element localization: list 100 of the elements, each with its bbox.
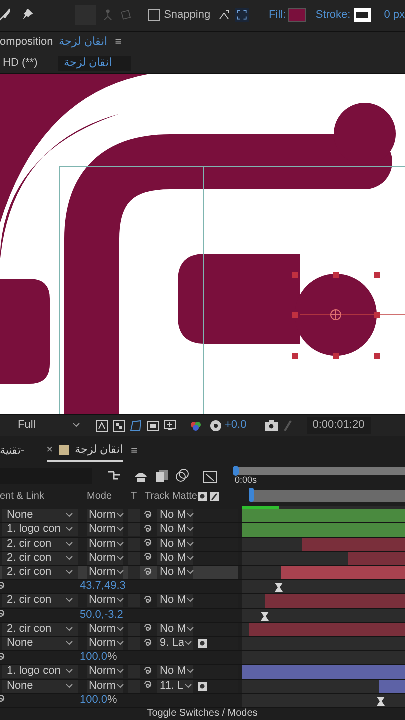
time-ruler[interactable] bbox=[237, 466, 405, 475]
parent-dropdown[interactable]: 2. cir con bbox=[2, 552, 78, 565]
parent-dropdown[interactable]: None bbox=[2, 637, 78, 650]
mode-dropdown[interactable]: Norm bbox=[87, 680, 123, 693]
matte-source-icon[interactable] bbox=[198, 639, 207, 648]
snap-target-icon[interactable] bbox=[235, 7, 250, 24]
timeline-tab[interactable]: × انقان لزجة bbox=[46, 440, 124, 462]
panel-menu-icon[interactable]: ≡ bbox=[115, 34, 122, 51]
resolution-dropdown[interactable]: Full bbox=[18, 417, 80, 434]
track-matte-dropdown[interactable]: 9. La bbox=[157, 637, 193, 650]
parent-dropdown[interactable]: 1. logo con bbox=[2, 523, 78, 536]
mode-dropdown[interactable]: Norm bbox=[87, 538, 123, 551]
parent-dropdown[interactable]: 2. cir con bbox=[2, 566, 78, 580]
playhead-handle[interactable] bbox=[233, 466, 239, 476]
pin-icon[interactable] bbox=[22, 8, 35, 22]
selected-layer-row[interactable]: 2. cir con Norm No M bbox=[0, 566, 238, 580]
chevron-icon bbox=[116, 598, 124, 604]
brush-icon[interactable] bbox=[0, 8, 10, 22]
composition-tab-label[interactable]: omposition bbox=[0, 34, 54, 51]
selection-handles[interactable] bbox=[292, 272, 405, 360]
spiral-icon[interactable] bbox=[143, 596, 153, 606]
spiral-icon[interactable] bbox=[143, 638, 153, 649]
frame-blending-icon[interactable] bbox=[156, 470, 168, 482]
chevron-icon bbox=[187, 669, 194, 674]
fast-preview-icon[interactable] bbox=[96, 420, 108, 432]
mode-dropdown[interactable]: Norm bbox=[87, 566, 123, 580]
timecode-display[interactable]: 0:00:01:20 bbox=[306, 417, 371, 434]
chevron-icon bbox=[66, 527, 73, 532]
parent-dropdown[interactable]: 2. cir con bbox=[2, 594, 78, 608]
region-of-interest-icon[interactable] bbox=[147, 420, 159, 432]
matte-invert-icon[interactable] bbox=[210, 492, 219, 501]
playhead-handle[interactable] bbox=[249, 488, 254, 502]
property-value[interactable]: 43.7,49.3 bbox=[80, 581, 126, 592]
chevron-icon bbox=[66, 570, 73, 576]
track-matte-dropdown[interactable]: No M bbox=[157, 509, 193, 522]
parent-dropdown[interactable]: 2. cir con bbox=[2, 622, 78, 636]
keyframe-icon[interactable] bbox=[275, 583, 284, 592]
property-value[interactable]: 50.0,-3.2 bbox=[80, 610, 124, 621]
transparency-grid-icon[interactable] bbox=[113, 420, 125, 432]
mode-dropdown[interactable]: Norm bbox=[87, 523, 123, 536]
property-value[interactable]: 100.0% bbox=[80, 652, 118, 664]
track-matte-dropdown[interactable]: No M bbox=[157, 566, 193, 580]
property-value[interactable]: 100.0% bbox=[80, 694, 118, 706]
chevron-icon bbox=[116, 684, 124, 689]
composition-tab-title[interactable]: انقان لزجة bbox=[59, 34, 108, 51]
preserve-transparency-toggle[interactable] bbox=[128, 566, 140, 580]
hierarchy-icon[interactable] bbox=[108, 470, 122, 482]
column-header[interactable]: T bbox=[131, 488, 145, 504]
stroke-width-value[interactable]: 0 px bbox=[384, 7, 405, 24]
track-matte-dropdown[interactable]: No M bbox=[157, 594, 193, 608]
grid-guides-icon[interactable] bbox=[164, 420, 176, 432]
work-area-bar[interactable] bbox=[251, 490, 405, 502]
mode-dropdown[interactable]: Norm bbox=[87, 552, 123, 565]
snapping-checkbox[interactable]: Snapping bbox=[148, 7, 211, 24]
parent-dropdown[interactable]: None bbox=[2, 509, 78, 522]
track-matte-dropdown[interactable]: No M bbox=[157, 665, 193, 678]
column-header[interactable]: Track Matte bbox=[145, 488, 198, 504]
mode-dropdown[interactable]: Norm bbox=[87, 637, 123, 650]
parent-dropdown[interactable]: None bbox=[2, 680, 78, 693]
chevron-icon bbox=[73, 423, 80, 428]
camera-icon[interactable] bbox=[264, 420, 278, 432]
track-matte-dropdown[interactable]: No M bbox=[157, 552, 193, 565]
mode-dropdown[interactable]: Norm bbox=[87, 509, 123, 522]
spiral-icon[interactable] bbox=[143, 568, 153, 578]
layer-duration-bar[interactable] bbox=[242, 509, 405, 522]
matte-source-icon[interactable] bbox=[198, 682, 207, 691]
spiral-icon[interactable] bbox=[143, 524, 153, 535]
exposure-icon[interactable] bbox=[210, 420, 222, 432]
spiral-icon[interactable] bbox=[143, 510, 153, 521]
mode-dropdown[interactable]: Norm bbox=[87, 665, 123, 678]
track-matte-dropdown[interactable]: No M bbox=[157, 622, 193, 636]
toggle-switches-label[interactable]: Toggle Switches / Modes bbox=[147, 708, 258, 720]
track-matte-dropdown[interactable]: No M bbox=[157, 523, 193, 536]
graph-editor-icon[interactable] bbox=[203, 468, 217, 483]
color-channels-icon[interactable] bbox=[190, 420, 202, 432]
mask-path-icon[interactable] bbox=[130, 420, 142, 432]
matte-source-icon[interactable] bbox=[198, 492, 207, 501]
track-matte-dropdown[interactable]: No M bbox=[157, 538, 193, 551]
parent-dropdown[interactable]: 1. logo con bbox=[2, 665, 78, 678]
parent-dropdown[interactable]: 2. cir con bbox=[2, 538, 78, 551]
resolution-label: HD (**) bbox=[3, 56, 38, 71]
keyframe-icon[interactable] bbox=[376, 696, 385, 706]
track-matte-dropdown[interactable]: 11. L bbox=[157, 680, 193, 693]
chevron-icon bbox=[66, 542, 73, 547]
spiral-icon[interactable] bbox=[143, 666, 153, 677]
panel-menu-icon[interactable]: ≡ bbox=[131, 442, 138, 460]
fill-color-swatch[interactable] bbox=[288, 8, 306, 22]
preserve-transparency-toggle[interactable] bbox=[128, 552, 140, 565]
mode-dropdown[interactable]: Norm bbox=[87, 594, 123, 608]
stroke-swatch[interactable] bbox=[354, 8, 372, 22]
keyframe-icon[interactable] bbox=[260, 612, 269, 621]
motion-blur-icon[interactable] bbox=[176, 469, 189, 482]
mode-dropdown[interactable]: Norm bbox=[87, 622, 123, 636]
close-icon[interactable]: × bbox=[46, 442, 54, 458]
composition-breadcrumb[interactable]: انقان لزجة bbox=[58, 56, 131, 71]
column-header[interactable]: ent & Link bbox=[0, 488, 87, 504]
column-header[interactable]: Mode bbox=[87, 488, 131, 504]
timeline-tab[interactable]: تقنية- bbox=[0, 440, 25, 462]
exposure-value[interactable]: +0.0 bbox=[225, 417, 247, 434]
snap-arrow-icon[interactable] bbox=[218, 9, 230, 22]
